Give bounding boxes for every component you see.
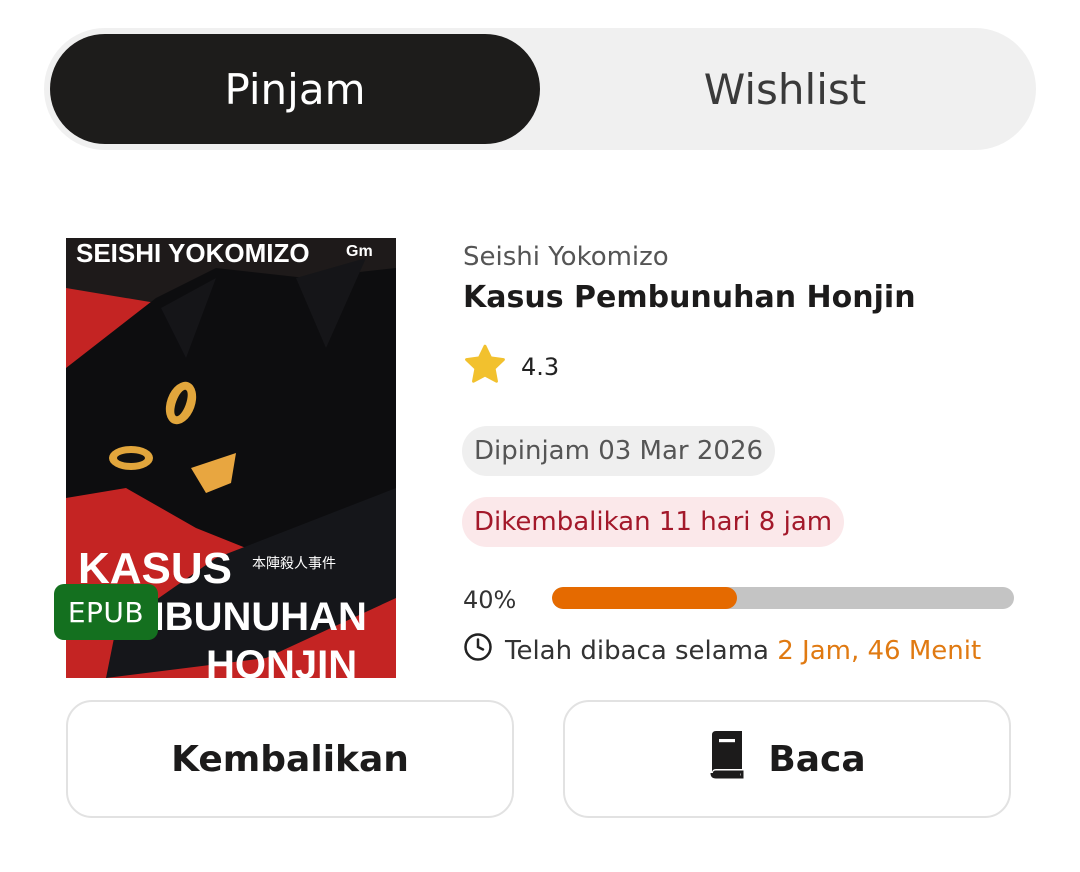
progress-percent: 40% [463, 586, 517, 614]
progress-bar-fill [552, 587, 737, 609]
tab-wishlist[interactable]: Wishlist [540, 34, 1030, 144]
reading-time-text: Telah dibaca selama 2 Jam, 46 Menit [505, 636, 981, 666]
reading-time-duration: 2 Jam, 46 Menit [777, 635, 982, 666]
borrowed-date-chip: Dipinjam 03 Mar 2026 [462, 426, 776, 476]
reading-time: Telah dibaca selama 2 Jam, 46 Menit [463, 632, 981, 669]
reading-time-prefix: Telah dibaca selama [505, 635, 769, 666]
clock-icon [463, 632, 493, 669]
book-icon [708, 730, 746, 788]
progress-bar [552, 587, 1014, 609]
return-button[interactable]: Kembalikan [66, 700, 514, 818]
rating-value: 4.3 [521, 353, 560, 381]
cover-author-text: SEISHI YOKOMIZO [76, 238, 310, 268]
due-time-chip: Dikembalikan 11 hari 8 jam [462, 497, 845, 547]
book-author: Seishi Yokomizo [463, 242, 669, 272]
tab-pinjam[interactable]: Pinjam [50, 34, 540, 144]
cover-publisher-mark: Gm [346, 243, 373, 260]
cover-japanese-text: 本陣殺人事件 [252, 556, 336, 572]
epub-badge: EPUB [54, 584, 158, 640]
cover-title-line-3: HONJIN [206, 643, 357, 678]
book-title[interactable]: Kasus Pembunuhan Honjin [463, 280, 916, 315]
tab-bar: Pinjam Wishlist [44, 28, 1036, 150]
star-icon [463, 344, 507, 390]
rating: 4.3 [463, 344, 559, 390]
return-button-label: Kembalikan [171, 738, 409, 780]
read-button[interactable]: Baca [563, 700, 1011, 818]
read-button-label: Baca [768, 738, 866, 780]
